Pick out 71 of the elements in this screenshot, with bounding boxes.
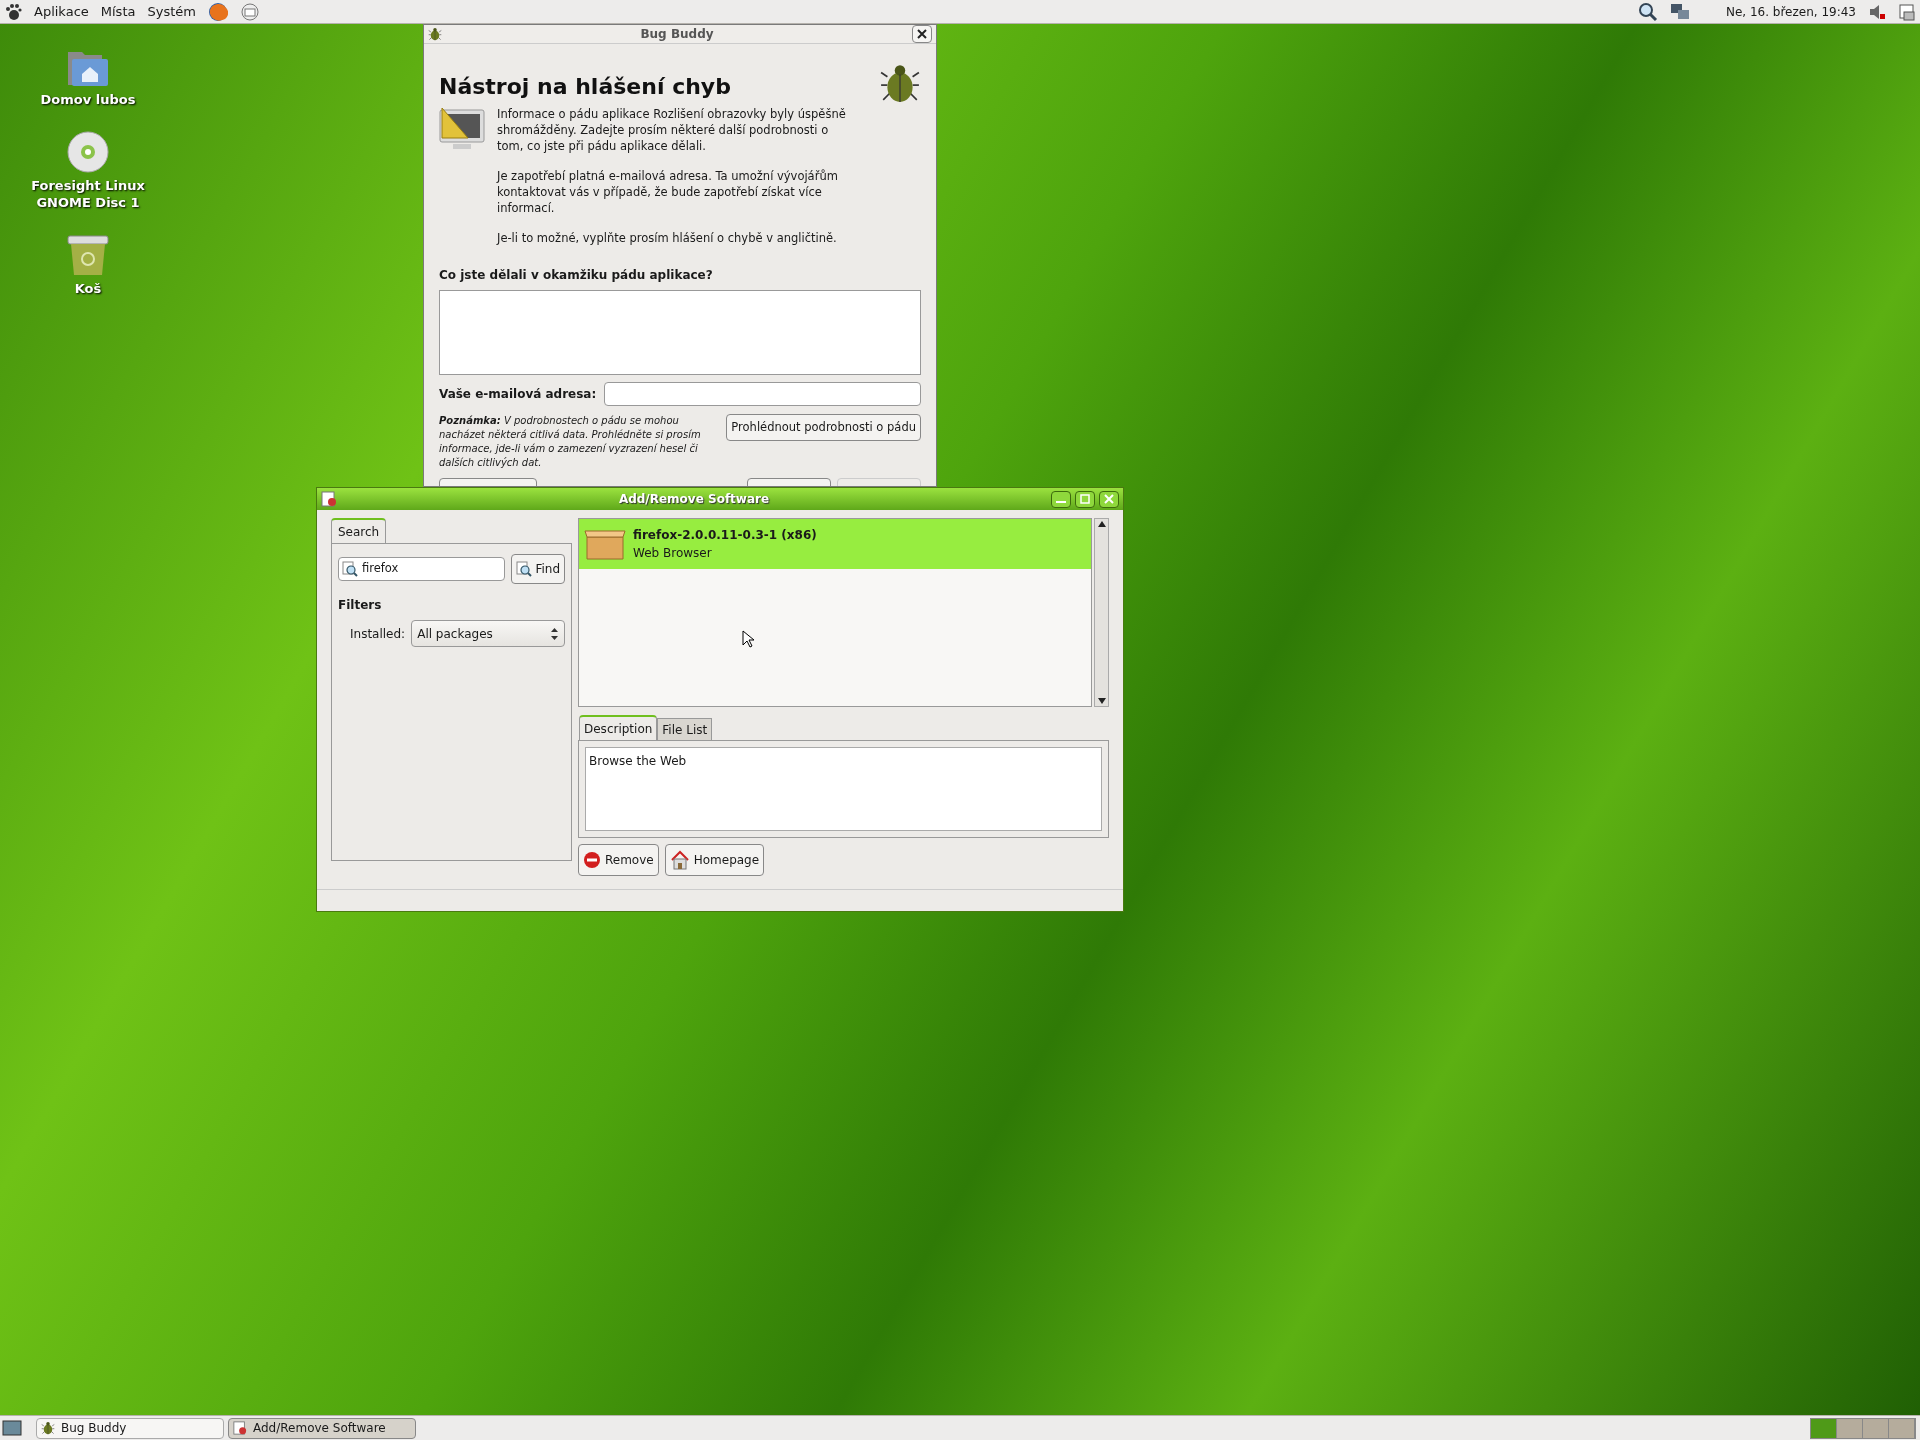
speaker-muted-icon[interactable] [1868,2,1886,21]
maximize-icon [1080,494,1090,504]
beetle-icon [879,62,921,104]
package-window-icon [233,1421,247,1435]
minimize-button[interactable] [1051,490,1071,508]
close-button[interactable] [912,25,932,43]
homepage-button[interactable]: Homepage [664,844,765,876]
workspace-cell[interactable] [1863,1418,1889,1438]
installed-dropdown[interactable]: All packages [411,620,565,647]
description-textarea[interactable] [439,290,921,375]
close-icon [917,29,927,39]
scrollbar[interactable] [1094,518,1109,707]
package-summary: Web Browser [633,545,713,562]
workspace-cell[interactable] [1811,1418,1837,1438]
window-title: Bug Buddy [639,26,715,43]
disc-icon [66,130,110,175]
foot-logo-icon[interactable] [4,2,22,21]
package-row[interactable]: firefox-2.0.0.11-0.3-1 (x86) Web Browser [579,519,1091,569]
dialog-heading: Nástroj na hlášení chyb [439,73,731,101]
maximize-button[interactable] [1075,490,1095,508]
beetle-icon [428,27,442,41]
taskbar-button[interactable]: Add/Remove Software [228,1417,416,1439]
panel-menu[interactable]: Systém [147,1,196,22]
question-label: Co jste dělali v okamžiku pádu aplikace? [439,267,714,284]
beetle-icon [41,1421,55,1435]
installed-label: Installed: [350,625,406,643]
description-text: Browse the Web [589,754,687,768]
search-icon[interactable] [1637,1,1658,22]
filters-heading: Filters [338,597,383,614]
monitor-set-square-icon [439,106,485,152]
scroll-down-arrow-icon[interactable] [1097,698,1106,704]
search-icon [516,561,533,577]
info-paragraph: Informace o pádu aplikace Rozlišení obrazovky byly úspěšně shromážděny. Zadejte prosím některé další podrobnosti o tom, co jste při pádu aplikace dělali. [497,106,847,154]
search-icon [342,561,358,577]
close-icon [1104,494,1114,504]
house-icon [669,850,690,870]
taskbar-button[interactable]: Bug Buddy [36,1417,224,1439]
desktop-icon-label[interactable]: Foresight Linux GNOME Disc 1 [28,178,148,211]
privacy-note: Poznámka: V podrobnostech o pádu se mohou nacházet některá citlivá data. Prohlédněte si prosím informace, jde-li vám o zamezení vyzrazení hesel či dalších citlivých dat. [439,414,702,470]
info-paragraph: Je zapotřebí platná e-mailová adresa. Ta umožní vývojářům kontaktovat vás v případě, že bude zapotřebí získat více informací. [497,168,839,216]
detail-tab[interactable]: File List [657,718,713,741]
email-label: Vaše e-mailová adresa: [439,386,597,403]
trash-icon [66,232,110,277]
desktop-icon-label[interactable]: Domov lubos [40,92,136,109]
detail-tab[interactable]: Description [579,715,658,741]
package-name: firefox-2.0.0.11-0.3-1 (x86) [633,527,817,544]
close-button[interactable] [1099,490,1119,508]
window-title: Add/Remove Software [617,491,771,508]
email-field[interactable] [604,382,921,406]
package-box-icon [583,527,627,561]
no-entry-icon [583,851,601,869]
search-tab[interactable]: Search [331,518,387,544]
remove-button[interactable]: Remove [578,844,659,876]
view-details-button[interactable]: Prohlédnout podrobnosti o pádu [726,414,921,441]
window-list-icon[interactable] [1898,2,1916,21]
panel-menu[interactable]: Aplikace [34,1,89,22]
show-desktop-icon[interactable] [2,1419,22,1437]
network-monitor-icon[interactable] [1669,1,1690,22]
mouse-pointer-icon [742,630,754,648]
spinner-arrows-icon [550,626,559,641]
panel-menu[interactable]: Místa [100,1,136,22]
search-field[interactable]: firefox [338,557,506,581]
workspace-cell[interactable] [1889,1418,1915,1438]
find-button[interactable]: Find [511,554,565,584]
info-paragraph: Je-li to možné, vyplňte prosím hlášení o chybě v angličtině. [497,230,838,246]
browser-globe-icon[interactable] [207,1,228,22]
panel-clock[interactable]: Ne, 16. březen, 19:43 [1725,2,1856,21]
scroll-up-arrow-icon[interactable] [1097,521,1106,527]
minimize-icon [1056,501,1066,503]
package-window-icon [321,491,337,507]
workspace-cell[interactable] [1837,1418,1863,1438]
